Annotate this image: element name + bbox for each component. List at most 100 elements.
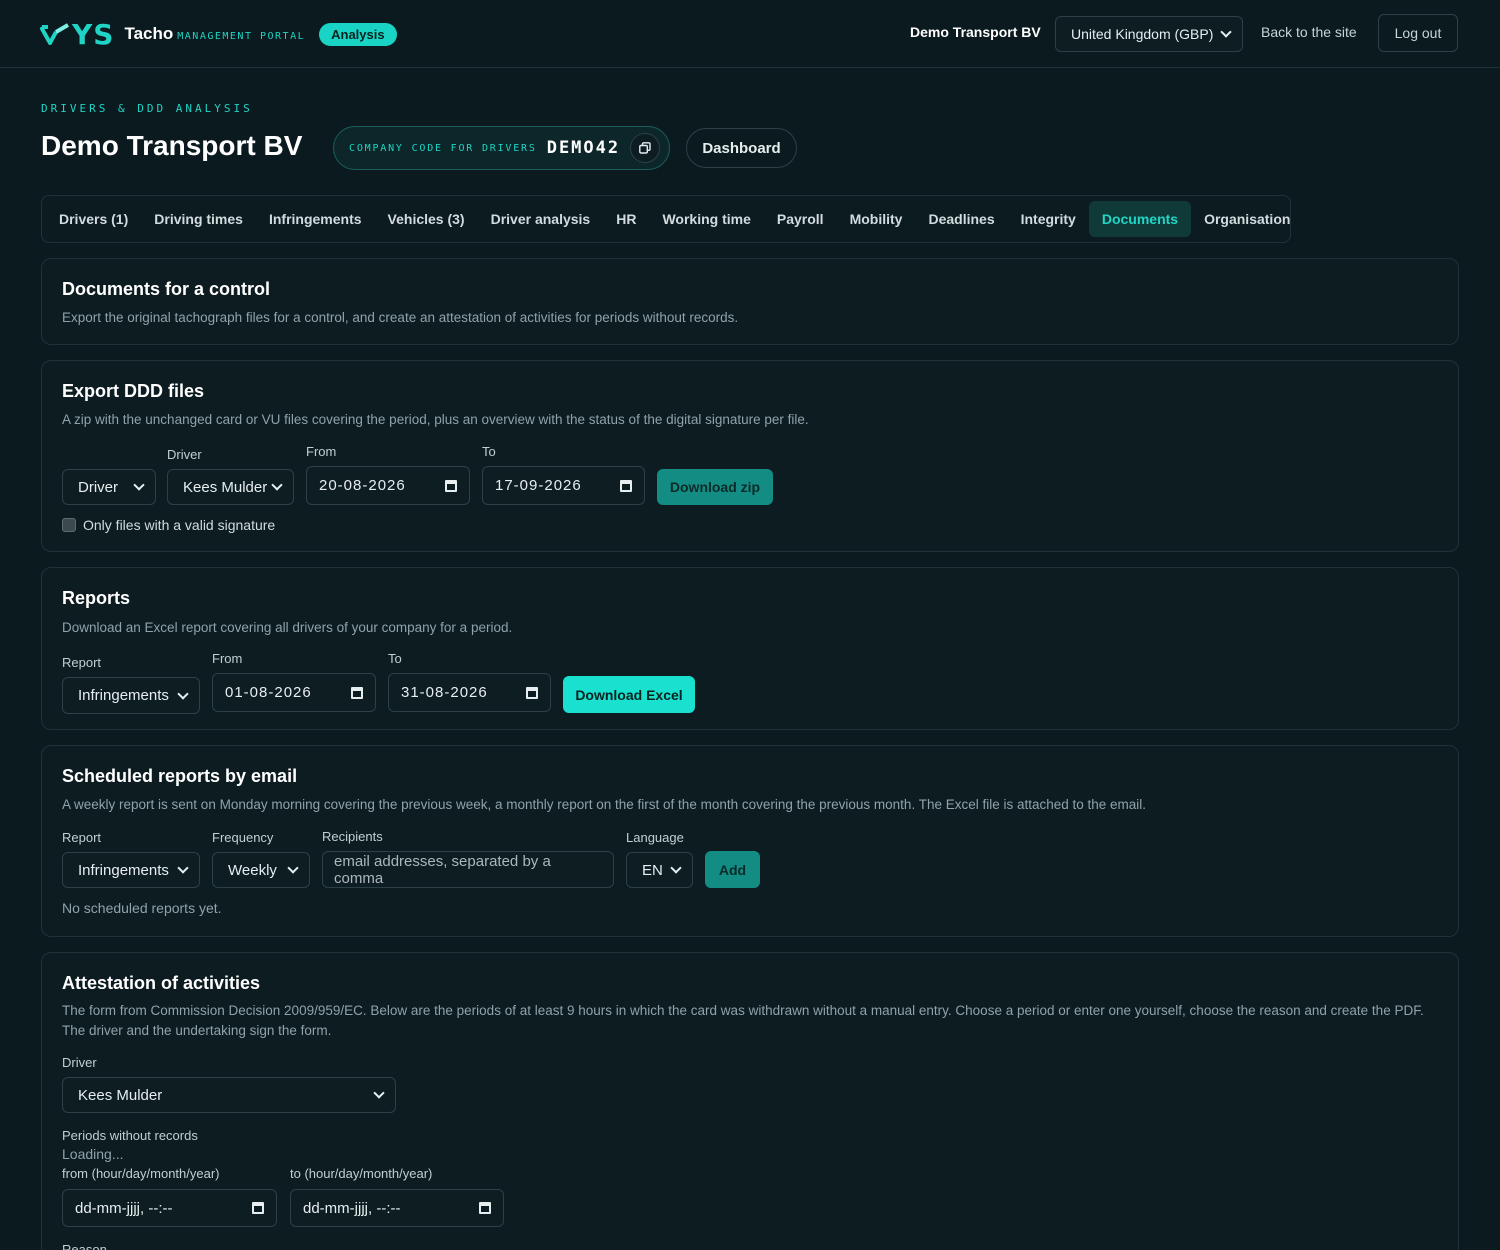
attestation-to-datetime[interactable]: dd-mm-jjjj, --:-- [290, 1189, 504, 1227]
calendar-icon[interactable] [252, 1202, 264, 1214]
logo[interactable]: YS Tacho MANAGEMENT PORTAL Analysis [40, 18, 397, 51]
region-select[interactable]: United Kingdom (GBP) [1055, 16, 1243, 52]
calendar-icon[interactable] [351, 686, 363, 699]
export-to-label: To [482, 444, 496, 459]
scheduled-language-value: EN [642, 861, 663, 879]
reports-to-label: To [388, 651, 402, 666]
scheduled-frequency-select[interactable]: Weekly [212, 852, 310, 888]
export-ddd-card: Export DDD files A zip with the unchange… [41, 360, 1459, 552]
valid-signature-label: Only files with a valid signature [83, 517, 276, 533]
attestation-from-label: from (hour/day/month/year) [62, 1166, 220, 1181]
recipients-input[interactable]: email addresses, separated by a comma [322, 851, 614, 888]
company-code-value: DEMO42 [546, 138, 621, 158]
tab-mobility[interactable]: Mobility [837, 201, 916, 237]
attestation-driver-label: Driver [62, 1055, 97, 1070]
company-code-label: COMPANY CODE FOR DRIVERS [349, 142, 537, 154]
scheduled-recipients-label: Recipients [322, 829, 383, 844]
chevron-down-icon [373, 1087, 385, 1099]
chevron-down-icon [271, 479, 283, 491]
export-to-date[interactable]: 17-09-2026 [482, 466, 645, 505]
control-description: Export the original tachograph files for… [62, 310, 739, 325]
scheduled-language-label: Language [626, 830, 684, 845]
export-driver-label: Driver [167, 447, 202, 462]
logo-check-icon [40, 23, 70, 45]
export-driver-value: Kees Mulder [183, 478, 268, 496]
attestation-description: The form from Commission Decision 2009/9… [62, 1003, 1424, 1038]
reports-from-value: 01-08-2026 [225, 684, 312, 701]
tab-infringements[interactable]: Infringements [256, 201, 375, 237]
download-excel-button[interactable]: Download Excel [563, 676, 695, 713]
reports-card: Reports Download an Excel report coverin… [41, 567, 1459, 730]
export-from-date[interactable]: 20-08-2026 [306, 466, 470, 505]
top-bar: YS Tacho MANAGEMENT PORTAL Analysis Demo… [0, 0, 1500, 68]
chevron-down-icon [133, 479, 145, 491]
export-type-select[interactable]: Driver [62, 469, 156, 505]
tab-organisation[interactable]: Organisation [1191, 201, 1303, 237]
page-kicker: DRIVERS & DDD ANALYSIS [41, 102, 253, 115]
export-type-value: Driver [78, 478, 118, 496]
logout-button[interactable]: Log out [1378, 14, 1458, 52]
calendar-icon[interactable] [479, 1202, 491, 1214]
calendar-icon[interactable] [445, 479, 457, 492]
add-schedule-button[interactable]: Add [705, 851, 760, 888]
attestation-title: Attestation of activities [62, 973, 261, 993]
logo-subtitle: MANAGEMENT PORTAL [177, 30, 306, 42]
control-intro-card: Documents for a control Export the origi… [41, 258, 1459, 345]
chevron-down-icon [670, 862, 682, 874]
periods-loading-text: Loading... [62, 1146, 124, 1162]
attestation-reason-label: Reason [62, 1242, 107, 1250]
tab-documents[interactable]: Documents [1088, 201, 1192, 237]
tab-bar: Drivers (1) Driving times Infringements … [41, 195, 1291, 243]
copy-icon[interactable] [630, 133, 661, 163]
tab-vehicles[interactable]: Vehicles (3) [375, 201, 478, 237]
tab-working-time[interactable]: Working time [649, 201, 763, 237]
calendar-icon[interactable] [620, 479, 632, 492]
attestation-card: Attestation of activities The form from … [41, 952, 1459, 1250]
attestation-from-datetime[interactable]: dd-mm-jjjj, --:-- [62, 1189, 277, 1227]
export-from-label: From [306, 444, 337, 459]
tab-integrity[interactable]: Integrity [1008, 201, 1089, 237]
scheduled-report-select[interactable]: Infringements [62, 852, 200, 888]
region-select-value: United Kingdom (GBP) [1071, 26, 1214, 42]
reports-description: Download an Excel report covering all dr… [62, 620, 513, 635]
tab-driver-analysis[interactable]: Driver analysis [478, 201, 604, 237]
reports-to-date[interactable]: 31-08-2026 [388, 673, 551, 712]
scheduled-report-value: Infringements [78, 861, 169, 879]
scheduled-language-select[interactable]: EN [626, 852, 693, 888]
valid-signature-checkbox[interactable] [62, 518, 76, 532]
export-driver-select[interactable]: Kees Mulder [167, 469, 294, 505]
attestation-driver-value: Kees Mulder [78, 1086, 163, 1104]
header-company-name: Demo Transport BV [910, 24, 1041, 40]
tab-drivers[interactable]: Drivers (1) [46, 201, 141, 237]
chevron-down-icon [177, 687, 189, 700]
tab-driving-times[interactable]: Driving times [141, 201, 256, 237]
scheduled-title: Scheduled reports by email [62, 766, 298, 786]
tab-payroll[interactable]: Payroll [764, 201, 837, 237]
attestation-to-value: dd-mm-jjjj, --:-- [303, 1199, 401, 1217]
scheduled-report-label: Report [62, 830, 102, 845]
dashboard-button[interactable]: Dashboard [686, 128, 797, 168]
back-to-site-link[interactable]: Back to the site [1261, 24, 1357, 40]
scheduled-description: A weekly report is sent on Monday mornin… [62, 797, 1147, 812]
tab-deadlines[interactable]: Deadlines [915, 201, 1007, 237]
chevron-down-icon [287, 862, 299, 874]
reports-from-date[interactable]: 01-08-2026 [212, 673, 376, 712]
attestation-driver-select[interactable]: Kees Mulder [62, 1077, 396, 1113]
scheduled-reports-card: Scheduled reports by email A weekly repo… [41, 745, 1459, 937]
reports-report-select[interactable]: Infringements [62, 677, 200, 714]
logo-name: Tacho [124, 24, 174, 43]
download-zip-button[interactable]: Download zip [657, 469, 773, 505]
tab-hr[interactable]: HR [603, 201, 649, 237]
periods-label: Periods without records [62, 1128, 198, 1143]
export-to-value: 17-09-2026 [495, 477, 582, 494]
analysis-badge: Analysis [319, 22, 397, 46]
calendar-icon[interactable] [526, 686, 538, 699]
scheduled-empty-text: No scheduled reports yet. [62, 900, 222, 916]
reports-report-value: Infringements [78, 687, 169, 704]
valid-signature-checkbox-row[interactable]: Only files with a valid signature [62, 517, 275, 533]
company-code-pill: COMPANY CODE FOR DRIVERS DEMO42 [333, 126, 670, 170]
reports-report-label: Report [62, 655, 102, 670]
reports-to-value: 31-08-2026 [401, 684, 488, 701]
chevron-down-icon [177, 862, 189, 874]
scheduled-frequency-label: Frequency [212, 830, 274, 845]
